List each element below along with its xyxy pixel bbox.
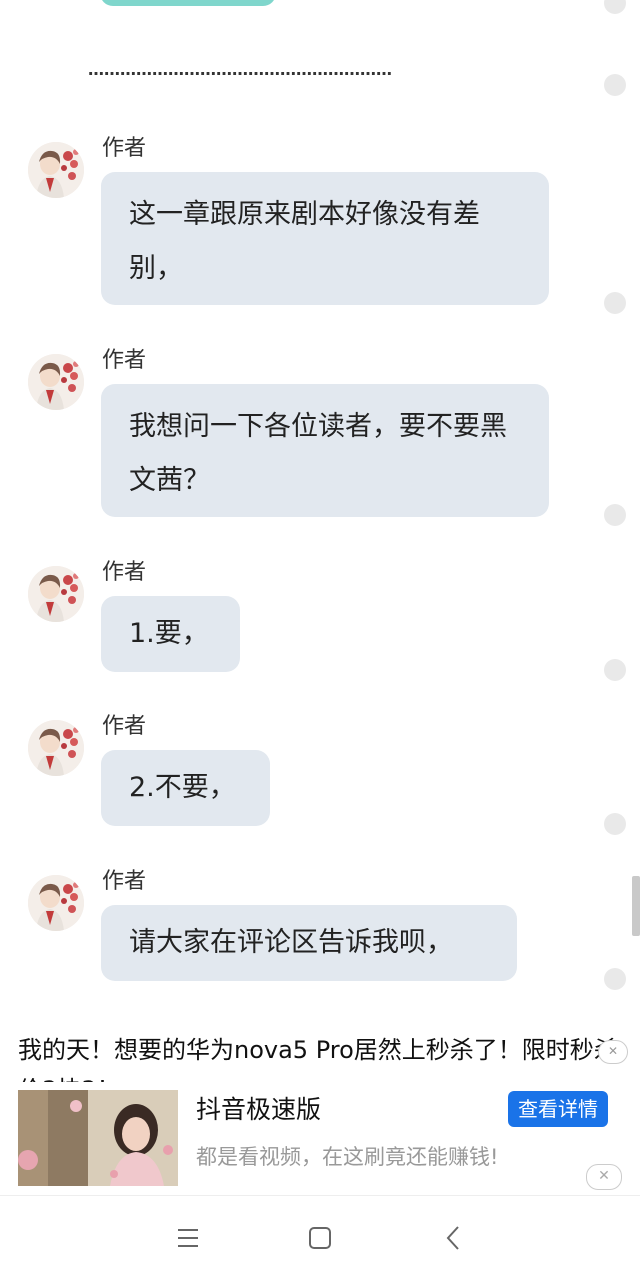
paragraph-comment-marker[interactable] bbox=[604, 504, 626, 526]
paragraph-comment-marker[interactable] bbox=[604, 74, 626, 96]
scrollbar-thumb[interactable] bbox=[632, 876, 640, 936]
paragraph-comment-marker[interactable] bbox=[604, 813, 626, 835]
message-bubble[interactable]: 这一章跟原来剧本好像没有差别， bbox=[101, 172, 549, 305]
author-avatar[interactable] bbox=[28, 142, 84, 198]
ad-image[interactable] bbox=[18, 1090, 178, 1186]
ad-close-icon[interactable]: ✕ bbox=[586, 1164, 622, 1190]
author-name: 作者 bbox=[102, 869, 147, 894]
home-square-icon[interactable] bbox=[300, 1222, 340, 1254]
chat-message: 作者 请大家在评论区告诉我呗， bbox=[0, 869, 600, 984]
message-bubble[interactable]: 2.不要， bbox=[101, 750, 270, 826]
paragraph-comment-marker[interactable] bbox=[604, 292, 626, 314]
section-divider: ………………………………………………… bbox=[88, 60, 392, 79]
message-bubble[interactable]: 请大家在评论区告诉我呗， bbox=[101, 905, 517, 981]
ad-headline-close-icon[interactable]: ✕ bbox=[598, 1040, 628, 1064]
menu-icon[interactable] bbox=[168, 1222, 208, 1254]
author-name: 作者 bbox=[102, 714, 147, 739]
chat-message: 作者 这一章跟原来剧本好像没有差别， bbox=[0, 136, 600, 308]
chat-message: 作者 1.要， bbox=[0, 560, 600, 675]
author-avatar[interactable] bbox=[28, 354, 84, 410]
author-avatar[interactable] bbox=[28, 720, 84, 776]
message-bubble[interactable]: 1.要， bbox=[101, 596, 240, 672]
ad-title[interactable]: 抖音极速版 bbox=[196, 1092, 321, 1128]
ad-description: 都是看视频，在这刷竟还能赚钱! bbox=[196, 1145, 499, 1169]
ad-headline[interactable]: 我的天！想要的华为nova5 Pro居然上秒杀了！限时秒杀价3快3！ bbox=[18, 1030, 622, 1082]
back-chevron-icon[interactable] bbox=[434, 1222, 474, 1254]
paragraph-comment-marker[interactable] bbox=[604, 0, 626, 14]
chat-message: 作者 2.不要， bbox=[0, 714, 600, 829]
previous-message-bubble bbox=[100, 0, 276, 6]
message-bubble[interactable]: 我想问一下各位读者，要不要黑文茜？ bbox=[101, 384, 549, 517]
paragraph-comment-marker[interactable] bbox=[604, 659, 626, 681]
author-name: 作者 bbox=[102, 560, 147, 585]
view-details-button[interactable]: 查看详情 bbox=[508, 1091, 608, 1127]
author-avatar[interactable] bbox=[28, 875, 84, 931]
chat-message: 作者 我想问一下各位读者，要不要黑文茜？ bbox=[0, 348, 600, 520]
author-avatar[interactable] bbox=[28, 566, 84, 622]
system-navigation-bar bbox=[0, 1195, 640, 1281]
paragraph-comment-marker[interactable] bbox=[604, 968, 626, 990]
author-name: 作者 bbox=[102, 136, 147, 161]
author-name: 作者 bbox=[102, 348, 147, 373]
